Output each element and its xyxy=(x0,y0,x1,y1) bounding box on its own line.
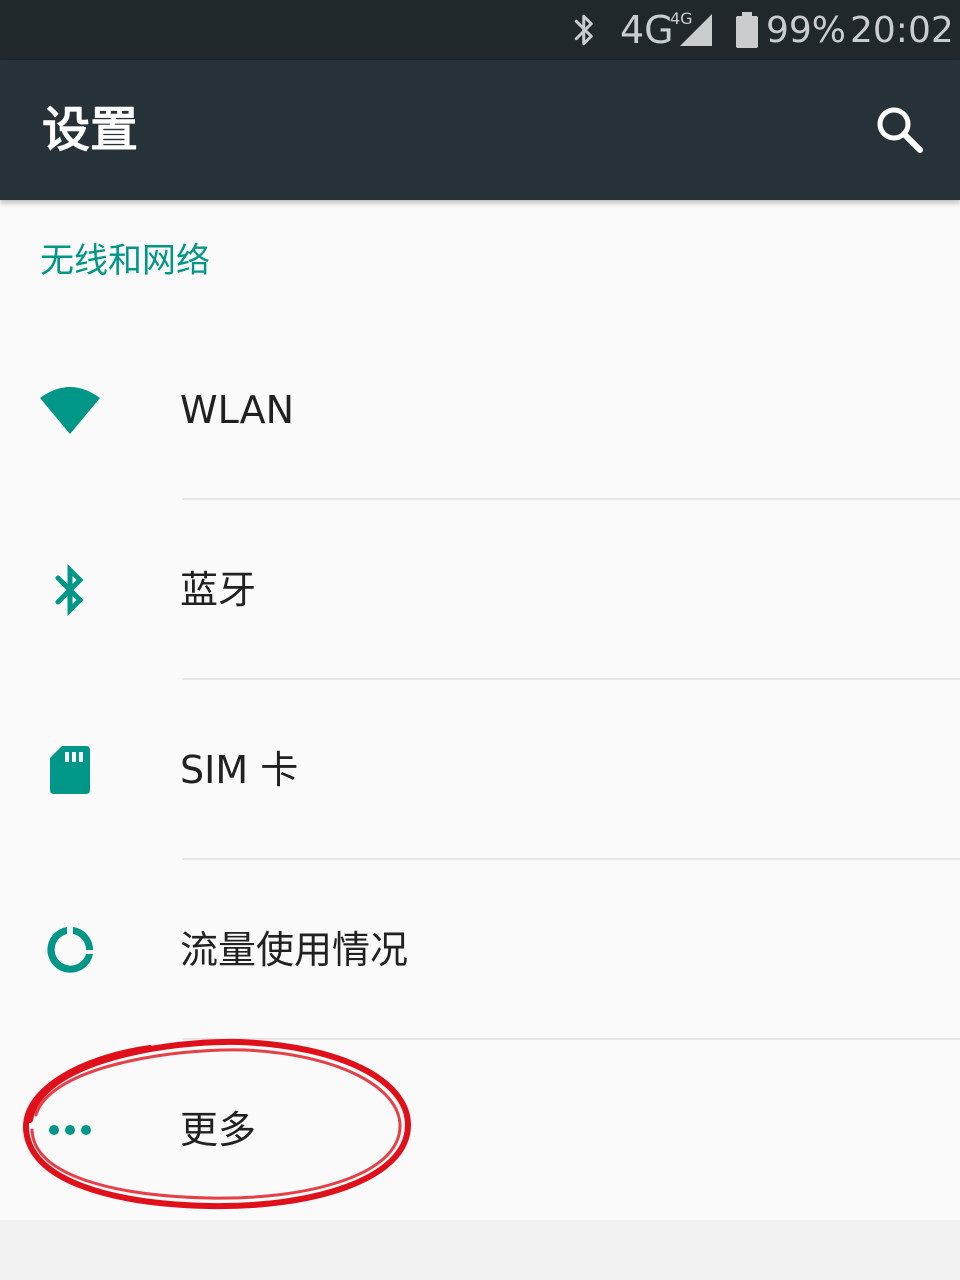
bluetooth-icon xyxy=(30,550,110,630)
settings-item-data-usage[interactable]: 流量使用情况 xyxy=(0,860,960,1040)
settings-item-wlan[interactable]: WLAN xyxy=(0,320,960,500)
bottom-background xyxy=(0,1220,960,1280)
settings-item-more[interactable]: 更多 xyxy=(0,1040,960,1220)
status-bar: 4G 4G 99% 20:02 xyxy=(0,0,960,60)
data-usage-icon xyxy=(30,910,110,990)
settings-item-label: SIM 卡 xyxy=(180,748,299,792)
bluetooth-status-icon xyxy=(570,0,600,60)
settings-item-label: 流量使用情况 xyxy=(180,928,409,972)
network-type: 4G xyxy=(620,8,674,52)
signal-icon xyxy=(676,0,716,60)
more-icon xyxy=(30,1090,110,1170)
section-header-wireless: 无线和网络 xyxy=(40,241,210,281)
search-icon xyxy=(877,107,923,153)
settings-item-label: WLAN xyxy=(180,388,295,432)
toolbar: 设置 xyxy=(0,60,960,200)
page-title: 设置 xyxy=(42,102,139,158)
settings-item-label: 蓝牙 xyxy=(180,568,257,612)
battery-icon xyxy=(734,0,760,60)
settings-item-label: 更多 xyxy=(180,1108,257,1152)
settings-item-sim-card[interactable]: SIM 卡 xyxy=(0,680,960,860)
clock: 20:02 xyxy=(850,9,954,51)
battery-percent: 99% xyxy=(766,9,847,51)
wifi-icon xyxy=(30,370,110,450)
search-button[interactable] xyxy=(866,96,934,164)
sim-card-icon xyxy=(30,730,110,810)
settings-item-bluetooth[interactable]: 蓝牙 xyxy=(0,500,960,680)
